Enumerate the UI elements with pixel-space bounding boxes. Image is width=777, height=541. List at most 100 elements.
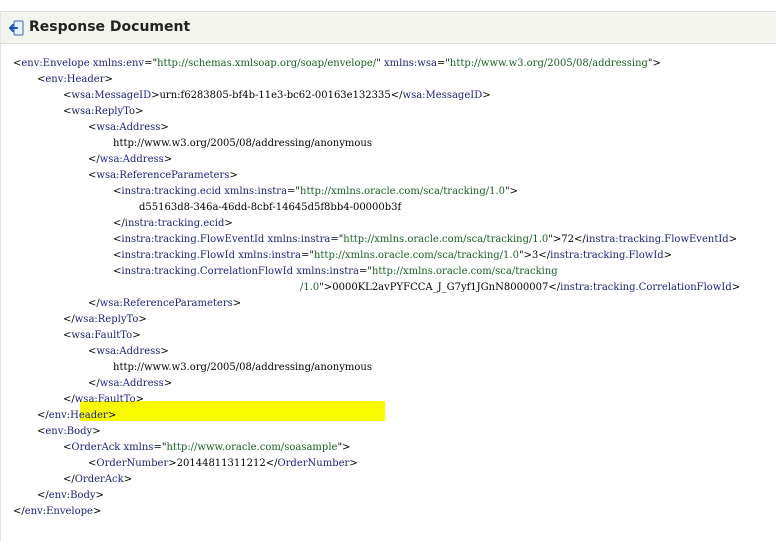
xml-text: =" [436,58,450,69]
xml-tag-name: env:Envelope [24,506,93,517]
xml-tag-name: wsa:Address [99,154,164,165]
xml-line: </wsa:FaultTo> [63,392,144,408]
xml-text: >20144811311212</ [168,458,278,469]
xml-attr-name: xmlns:instra [238,250,301,261]
xml-line: http://www.w3.org/2005/08/addressing/ano… [113,360,372,376]
xml-attr-value: http://xmlns.oracle.com/sca/tracking/1.0 [343,234,549,245]
xml-text: ">3</ [518,250,551,261]
xml-attr-name: xmlns:instra [296,266,359,277]
xml-line: <instra:tracking.ecid xmlns:instra="http… [113,184,518,200]
xml-line: </env:Header> [37,408,116,424]
xml-text: > [95,490,104,501]
xml-text: " [376,58,384,69]
xml-text: =" [358,266,372,277]
xml-text: </ [63,474,75,485]
xml-tag-name: instra:tracking.FlowId [121,250,235,261]
return-arrow-icon[interactable] [8,20,24,36]
xml-text: =" [144,58,158,69]
xml-text: > [123,474,133,485]
xml-text: </ [88,154,100,165]
xml-tag-name: wsa:MessageID [402,90,483,101]
xml-attr-name: xmlns [123,442,154,453]
xml-line: d55163d8-346a-46dd-8cbf-14645d5f8bb4-000… [139,200,401,216]
xml-tag-name: wsa:ReplyTo [71,106,136,117]
xml-text: http://www.w3.org/2005/08/addressing/ano… [113,138,372,149]
xml-tag-name: instra:tracking.FlowEventId [121,234,265,245]
xml-text: </ [37,410,49,421]
xml-line: </instra:tracking.ecid> [113,216,233,232]
xml-tag-name: instra:tracking.FlowEventId [585,234,729,245]
xml-text: http://www.w3.org/2005/08/addressing/ano… [113,362,372,373]
xml-text: > [138,314,147,325]
xml-text: > [229,170,238,181]
xml-line: /1.0">0000KL2avPYFCCA_J_G7yf1JGnN8000007… [300,280,740,296]
xml-text: > [663,250,673,261]
xml-line: <instra:tracking.FlowEventId xmlns:instr… [113,232,737,248]
xml-attr-value: http://xmlns.oracle.com/sca/tracking/1.0 [313,250,519,261]
xml-line: <wsa:ReplyTo> [63,104,143,120]
xml-line: </wsa:ReplyTo> [63,312,147,328]
xml-tag-name: env:Envelope [21,58,90,69]
xml-attr-name: xmlns:instra [267,234,331,245]
xml-attr-value: http://xmlns.oracle.com/sca/tracking [371,266,558,277]
header-title: Response Document [29,19,191,35]
xml-text: "> [647,58,661,69]
xml-text: > [731,282,741,293]
xml-line-order-number: <OrderNumber>20144811311212</OrderNumber… [88,456,358,472]
xml-text: =" [287,186,301,197]
xml-text: >urn:f6283805-bf4b-11e3-bc62-00163e13233… [151,90,403,101]
xml-text: > [135,394,144,405]
xml-text: </ [88,298,100,309]
xml-line: <wsa:ReferenceParameters> [88,168,238,184]
xml-line: </env:Body> [37,488,104,504]
xml-text: > [728,234,738,245]
xml-attr-name: xmlns:instra [224,186,288,197]
xml-attr-name: xmlns:wsa [384,58,437,69]
xml-line: <instra:tracking.FlowId xmlns:instra="ht… [113,248,672,264]
xml-tag-name: OrderAck [74,474,124,485]
xml-tag-name: OrderNumber [277,458,350,469]
xml-text: </ [13,506,25,517]
xml-line: </wsa:Address> [88,376,172,392]
xml-line: <env:Header> [37,72,113,88]
xml-tag-name: OrderAck [71,442,121,453]
xml-text: </ [63,314,75,325]
frame-border [0,42,1,541]
xml-tag-name: OrderNumber [96,458,169,469]
xml-text: > [135,106,144,117]
xml-tag-name: env:Header [48,410,108,421]
xml-text: > [92,426,101,437]
xml-line: </wsa:ReferenceParameters> [88,296,241,312]
xml-tag-name: wsa:MessageID [71,90,152,101]
xml-text: ">0000KL2avPYFCCA_J_G7yf1JGnN8000007</ [319,282,561,293]
xml-line: <env:Envelope xmlns:env="http://schemas.… [13,56,661,72]
xml-text: > [232,298,242,309]
xml-text: > [163,154,173,165]
xml-tag-name: instra:tracking.ecid [124,218,225,229]
xml-text: > [224,218,233,229]
xml-attr-value: /1.0 [300,282,320,293]
xml-tag-name: wsa:FaultTo [74,394,136,405]
xml-text: =" [300,250,314,261]
xml-attr-value: http://www.oracle.com/soasample [166,442,338,453]
xml-line: </OrderAck> [63,472,132,488]
xml-tag-name: env:Header [45,74,105,85]
xml-text: </ [113,218,125,229]
xml-text: "> [337,442,351,453]
response-document-header: Response Document [0,11,776,44]
xml-text: > [482,90,491,101]
xml-text: > [349,458,358,469]
xml-attr-value: http://schemas.xmlsoap.org/soap/envelope… [157,58,377,69]
xml-text: =" [153,442,167,453]
xml-text: > [160,346,169,357]
xml-text: d55163d8-346a-46dd-8cbf-14645d5f8bb4-000… [139,202,402,213]
xml-text: > [104,74,113,85]
xml-text: </ [63,394,75,405]
xml-text: =" [330,234,344,245]
xml-text: > [163,378,173,389]
xml-tag-name: wsa:ReferenceParameters [96,170,230,181]
xml-text: </ [37,490,49,501]
xml-tag-name: instra:tracking.ecid [121,186,222,197]
xml-text: </ [88,378,100,389]
xml-tag-name: wsa:Address [96,346,161,357]
